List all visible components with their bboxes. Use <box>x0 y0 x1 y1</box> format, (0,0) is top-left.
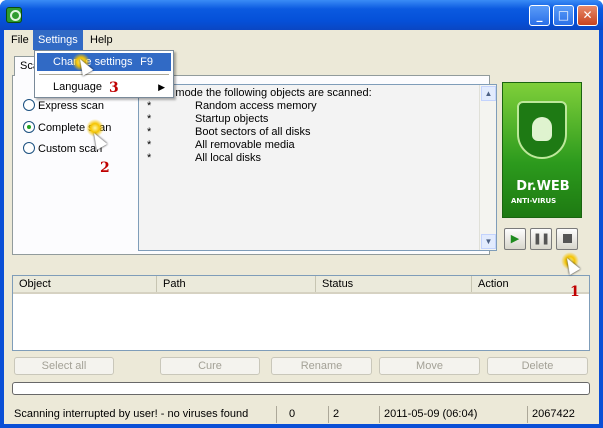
maximize-button[interactable]: □ <box>553 5 574 26</box>
radio-custom-scan[interactable]: Custom scan <box>23 141 102 157</box>
scan-description: In this mode the following objects are s… <box>138 84 497 251</box>
spider-shield-icon <box>517 101 567 159</box>
rename-button[interactable]: Rename <box>271 357 372 375</box>
menu-settings[interactable]: Settings <box>33 30 83 50</box>
logo-name: Dr.WEB <box>516 179 570 194</box>
description-item: * Random access memory <box>143 100 473 113</box>
logo-subtitle: ANTI-VIRUS <box>511 197 557 205</box>
menu-item-label: Change settings <box>53 56 133 68</box>
item-text: All removable media <box>195 139 295 151</box>
close-button[interactable]: ✕ <box>577 5 598 26</box>
bullet: * <box>147 139 152 151</box>
status-datetime: 2011-05-09 (06:04) <box>379 406 527 423</box>
delete-button[interactable]: Delete <box>487 357 588 375</box>
results-header: Object Path Status Action <box>13 276 589 294</box>
drweb-logo: Dr.WEB ANTI-VIRUS <box>502 82 582 218</box>
bullet: * <box>147 100 152 112</box>
status-virus-records: 2067422 <box>527 406 599 423</box>
radio-label: Express scan <box>38 100 105 112</box>
item-text: Boot sectors of all disks <box>195 126 311 138</box>
start-scan-button[interactable]: ▶ <box>504 228 526 250</box>
menu-file[interactable]: File <box>6 30 34 50</box>
status-message: Scanning interrupted by user! - no virus… <box>14 408 249 420</box>
menu-help[interactable]: Help <box>85 30 118 50</box>
scroll-up-icon[interactable]: ▲ <box>481 86 496 101</box>
description-intro: In this mode the following objects are s… <box>143 87 372 99</box>
column-header-object[interactable]: Object <box>13 276 157 292</box>
play-icon: ▶ <box>510 232 520 245</box>
column-header-path[interactable]: Path <box>157 276 316 292</box>
drweb-scanner-icon[interactable] <box>6 7 22 23</box>
bullet: * <box>147 113 152 125</box>
menu-item-label: Language <box>53 81 102 93</box>
radio-button[interactable] <box>23 121 35 133</box>
bullet: * <box>147 152 152 164</box>
submenu-arrow-icon: ▶ <box>158 82 165 92</box>
scroll-down-icon[interactable]: ▼ <box>481 234 496 249</box>
radio-label: Custom scan <box>38 143 103 155</box>
radio-button[interactable] <box>23 99 35 111</box>
count-value: 0 <box>289 408 296 420</box>
stop-icon <box>562 234 572 243</box>
description-item: * All local disks <box>143 152 473 165</box>
select-all-button[interactable]: Select all <box>14 357 114 375</box>
shortcut-label: F9 <box>140 56 153 68</box>
menu-bar: File Settings Help <box>4 30 599 50</box>
step-number-2: 2 <box>100 160 110 176</box>
description-item: * Boot sectors of all disks <box>143 126 473 139</box>
column-header-status[interactable]: Status <box>316 276 472 292</box>
results-table[interactable]: Object Path Status Action <box>12 275 590 351</box>
menu-separator <box>39 74 169 75</box>
description-item: * All removable media <box>143 139 473 152</box>
vertical-scrollbar[interactable]: ▲ ▼ <box>479 85 496 250</box>
pause-icon: ❚❚ <box>532 232 550 245</box>
step-number-1: 1 <box>570 284 580 300</box>
pause-scan-button[interactable]: ❚❚ <box>530 228 552 250</box>
scan-progress-bar <box>12 382 590 395</box>
bullet: * <box>147 126 152 138</box>
radio-button[interactable] <box>23 142 35 154</box>
description-item: * Startup objects <box>143 113 473 126</box>
client-area: File Settings Help Change settings F9 La… <box>4 30 599 424</box>
settings-dropdown: Change settings F9 Language ▶ <box>34 50 174 98</box>
menu-item-change-settings[interactable]: Change settings F9 <box>37 53 171 71</box>
item-text: Startup objects <box>195 113 269 125</box>
item-text: Random access memory <box>195 100 317 112</box>
cure-button[interactable]: Cure <box>160 357 260 375</box>
menu-item-language[interactable]: Language ▶ <box>37 78 171 96</box>
title-bar[interactable]: _ □ ✕ <box>0 0 603 30</box>
radio-express-scan[interactable]: Express scan <box>23 98 104 114</box>
stop-scan-button[interactable] <box>556 228 578 250</box>
status-count-a: 0 <box>276 406 326 423</box>
move-button[interactable]: Move <box>379 357 480 375</box>
minimize-button[interactable]: _ <box>529 5 550 26</box>
item-text: All local disks <box>195 152 262 164</box>
status-bar: Scanning interrupted by user! - no virus… <box>4 404 599 424</box>
step-number-3: 3 <box>109 80 119 96</box>
status-count-b: 2 <box>328 406 378 423</box>
